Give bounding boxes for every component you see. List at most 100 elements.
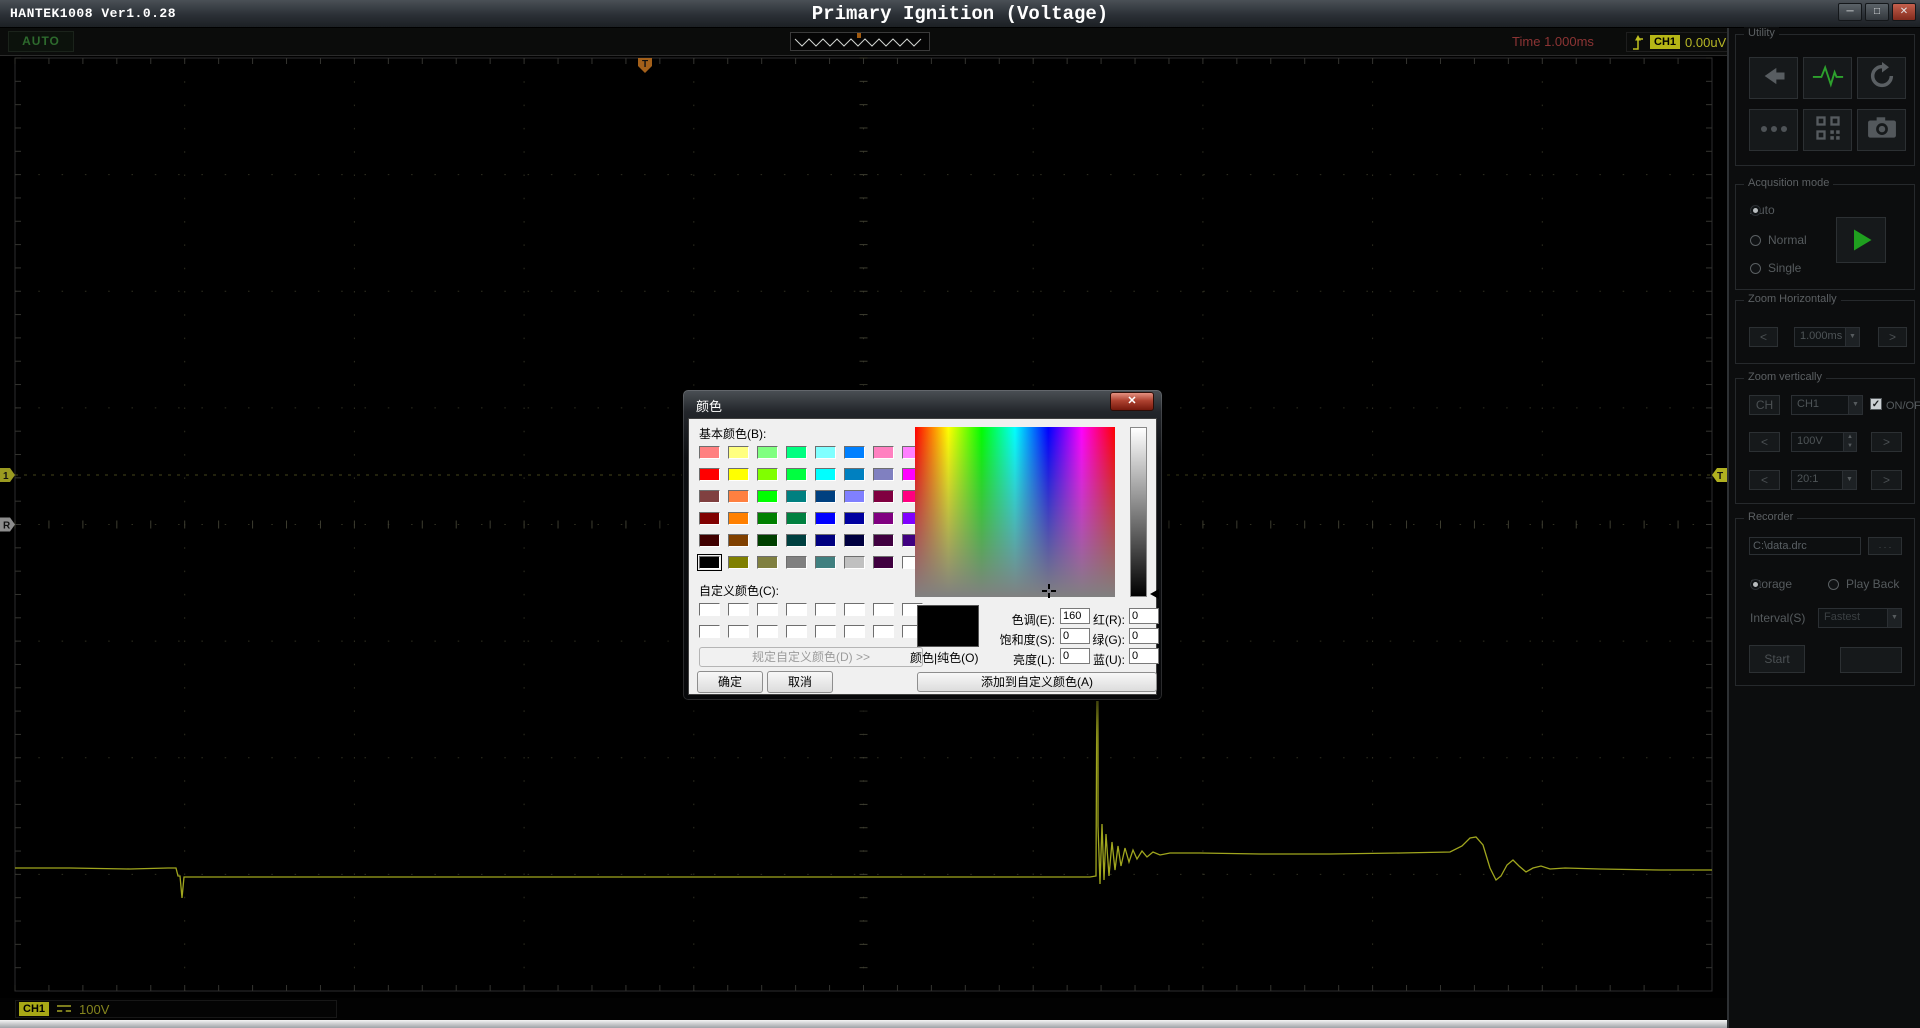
basic-color-swatch[interactable] [844,512,865,525]
basic-color-swatch[interactable] [728,556,749,569]
hue-saturation-field[interactable] [915,427,1115,597]
spinner-arrows[interactable]: ▲▼ [1843,433,1856,451]
playback-radio[interactable]: Play Back [1828,577,1899,591]
basic-color-swatch[interactable] [699,446,720,459]
basic-color-swatch[interactable] [699,556,720,569]
custom-color-swatch[interactable] [699,603,720,616]
custom-color-swatch[interactable] [873,603,894,616]
recorder-secondary-button[interactable] [1840,647,1902,673]
timebase-next-button[interactable]: > [1878,327,1907,347]
add-to-custom-colors-button[interactable]: 添加到自定义颜色(A) [917,672,1157,692]
channel-on-off-checkbox[interactable]: ✓ [1870,398,1882,410]
hue-input[interactable] [1060,608,1090,624]
basic-color-swatch[interactable] [757,534,778,547]
basic-color-swatch[interactable] [757,468,778,481]
basic-color-swatch[interactable] [699,512,720,525]
custom-color-swatch[interactable] [815,603,836,616]
timebase-prev-button[interactable]: < [1749,327,1778,347]
basic-color-swatch[interactable] [873,556,894,569]
luminance-slider[interactable] [1130,427,1147,597]
green-input[interactable] [1129,628,1159,644]
maximize-button[interactable]: □ [1865,3,1889,21]
probe-ratio-select[interactable]: 20:1 ▼ [1791,470,1857,490]
basic-color-swatch[interactable] [873,468,894,481]
basic-color-swatch[interactable] [786,490,807,503]
custom-color-swatch[interactable] [786,603,807,616]
waveform-preview[interactable] [790,32,930,51]
record-path-input[interactable]: C:\data.drc [1749,537,1861,555]
custom-color-swatch[interactable] [786,625,807,638]
custom-color-swatch[interactable] [873,625,894,638]
basic-color-swatch[interactable] [815,534,836,547]
basic-color-swatch[interactable] [815,490,836,503]
basic-color-swatch[interactable] [786,534,807,547]
storage-radio[interactable]: Storage [1750,577,1792,591]
dialog-close-button[interactable]: ✕ [1110,392,1154,411]
acquisition-auto-radio[interactable]: Auto [1750,203,1775,217]
basic-color-swatch[interactable] [728,534,749,547]
basic-color-swatch[interactable] [844,468,865,481]
basic-color-swatch[interactable] [815,556,836,569]
custom-color-swatch[interactable] [728,603,749,616]
red-input[interactable] [1129,608,1159,624]
browse-button[interactable]: . . . [1868,537,1902,555]
utility-rotate-ccw-button[interactable] [1857,57,1906,99]
utility-ellipsis-button[interactable] [1749,109,1798,151]
blue-input[interactable] [1129,648,1159,664]
basic-color-swatch[interactable] [728,468,749,481]
basic-color-swatch[interactable] [815,512,836,525]
minimize-button[interactable]: ─ [1838,3,1862,21]
basic-color-swatch[interactable] [728,446,749,459]
saturation-input[interactable] [1060,628,1090,644]
interval-select[interactable]: Fastest ▼ [1818,608,1902,628]
define-custom-colors-button[interactable]: 规定自定义颜色(D) >> [699,647,923,667]
basic-color-swatch[interactable] [873,534,894,547]
basic-color-swatch[interactable] [757,490,778,503]
basic-color-swatch[interactable] [728,512,749,525]
basic-color-swatch[interactable] [699,468,720,481]
basic-color-swatch[interactable] [844,534,865,547]
basic-color-swatch[interactable] [815,468,836,481]
channel-button[interactable]: CH [1749,395,1780,415]
basic-color-swatch[interactable] [757,512,778,525]
custom-color-swatch[interactable] [728,625,749,638]
basic-color-swatch[interactable] [786,446,807,459]
basic-color-swatch[interactable] [844,446,865,459]
timebase-select[interactable]: 1.000ms ▼ [1794,327,1860,347]
basic-color-swatch[interactable] [873,490,894,503]
custom-color-swatch[interactable] [757,625,778,638]
custom-color-swatch[interactable] [844,625,865,638]
basic-color-swatch[interactable] [844,556,865,569]
custom-color-swatch[interactable] [757,603,778,616]
basic-color-swatch[interactable] [699,490,720,503]
close-button[interactable]: ✕ [1892,3,1916,21]
ok-button[interactable]: 确定 [697,671,763,693]
basic-color-swatch[interactable] [786,556,807,569]
basic-color-swatch[interactable] [757,556,778,569]
luminance-input[interactable] [1060,648,1090,664]
basic-color-swatch[interactable] [815,446,836,459]
basic-color-swatch[interactable] [873,512,894,525]
utility-camera-button[interactable] [1857,109,1906,151]
channel-info[interactable]: CH1 100V [15,1000,337,1018]
probe-prev-button[interactable]: < [1749,470,1780,490]
custom-color-swatch[interactable] [844,603,865,616]
luminance-slider-arrow[interactable] [1150,589,1159,599]
volts-spinner[interactable]: 100V ▲▼ [1791,432,1857,452]
cancel-button[interactable]: 取消 [767,671,833,693]
acquisition-normal-radio[interactable]: Normal [1750,233,1807,247]
basic-color-swatch[interactable] [757,446,778,459]
basic-color-swatch[interactable] [786,512,807,525]
utility-back-arrow-button[interactable] [1749,57,1798,99]
record-start-button[interactable]: Start [1749,645,1805,673]
basic-color-swatch[interactable] [844,490,865,503]
volts-next-button[interactable]: > [1871,432,1902,452]
basic-color-swatch[interactable] [873,446,894,459]
custom-color-swatch[interactable] [699,625,720,638]
custom-color-swatch[interactable] [815,625,836,638]
utility-pulse-button[interactable] [1803,57,1852,99]
volts-prev-button[interactable]: < [1749,432,1780,452]
basic-color-swatch[interactable] [728,490,749,503]
basic-color-swatch[interactable] [786,468,807,481]
run-button[interactable] [1836,217,1886,263]
